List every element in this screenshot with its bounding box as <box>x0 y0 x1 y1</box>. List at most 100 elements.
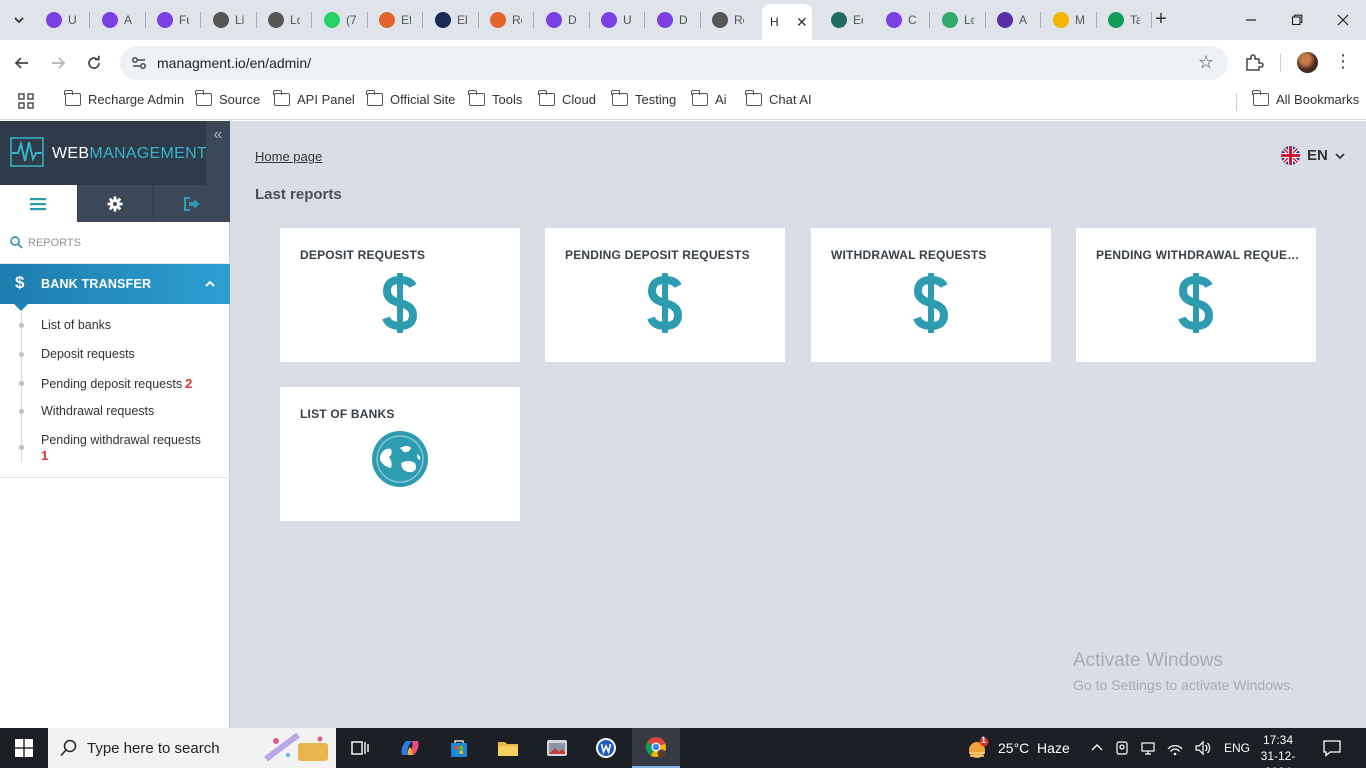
activate-windows-watermark: Activate Windows Go to Settings to activ… <box>1073 650 1294 693</box>
report-card[interactable]: DEPOSIT REQUESTS <box>280 228 520 362</box>
browser-tab[interactable]: U <box>593 6 637 34</box>
wifi-icon[interactable] <box>1166 740 1184 756</box>
report-card[interactable]: LIST OF BANKS <box>280 387 520 521</box>
bookmark-folder[interactable]: Official Site <box>366 90 456 107</box>
file-explorer-app[interactable] <box>484 728 532 768</box>
photos-app[interactable] <box>533 728 581 768</box>
notifications-button[interactable] <box>1322 728 1342 768</box>
browser-tab[interactable]: A <box>989 6 1033 34</box>
folder-icon <box>691 90 708 106</box>
url-text[interactable]: managment.io/en/admin/ <box>157 55 311 71</box>
chevron-up-icon[interactable] <box>1090 741 1104 755</box>
sidebar-menu-item-label: List of banks <box>41 318 112 332</box>
browser-tab[interactable]: D <box>649 6 693 34</box>
task-view-button[interactable] <box>336 728 384 768</box>
windows-logo-icon <box>15 739 33 757</box>
sidebar-menu-item[interactable]: List of banks <box>0 318 230 338</box>
extensions-icon[interactable] <box>1243 51 1265 73</box>
report-card[interactable]: PENDING WITHDRAWAL REQUESTS <box>1076 228 1316 362</box>
browser-tab[interactable]: Li <box>205 6 249 34</box>
minimize-button[interactable] <box>1236 6 1266 34</box>
folder-icon <box>745 90 762 106</box>
bookmark-folder[interactable]: Chat AI <box>745 90 812 107</box>
language-selector[interactable]: EN <box>1281 146 1345 165</box>
sidebar-menu-item[interactable]: Withdrawal requests <box>0 404 230 424</box>
profile-avatar[interactable] <box>1297 52 1318 73</box>
apps-grid-icon[interactable] <box>18 93 34 109</box>
browser-tab[interactable]: A <box>94 6 138 34</box>
tab-title: Lc <box>290 13 300 27</box>
sidebar-menu-item[interactable]: Pending deposit requests 2 <box>0 376 230 396</box>
reload-button[interactable] <box>81 50 107 76</box>
bookmark-folder[interactable]: Ai <box>691 90 727 107</box>
sidebar-menu-item[interactable]: Pending withdrawal requests 1 <box>0 433 230 465</box>
bullet-dot <box>19 352 24 357</box>
sidebar-header: WEBMANAGEMENT « <box>0 121 230 185</box>
forward-button[interactable] <box>45 50 71 76</box>
sidebar-menu-item[interactable]: Deposit requests <box>0 347 230 367</box>
browser-menu-icon[interactable]: ⋮ <box>1334 51 1352 71</box>
tab-separator <box>589 12 590 28</box>
microsoft-store-app[interactable] <box>435 728 483 768</box>
start-button[interactable] <box>0 728 48 768</box>
address-bar[interactable]: managment.io/en/admin/ ☆ <box>120 46 1228 80</box>
bookmark-folder[interactable]: API Panel <box>273 90 355 107</box>
meet-now-icon[interactable] <box>1114 740 1130 756</box>
bookmark-label: Ai <box>715 92 727 107</box>
browser-tab-active[interactable]: H ✕ <box>762 4 812 40</box>
bookmark-folder[interactable]: Tools <box>468 90 522 107</box>
tab-search-button[interactable] <box>8 9 30 31</box>
taskbar-search-box[interactable]: Type here to search <box>48 728 336 768</box>
restore-button[interactable] <box>1282 6 1312 34</box>
uk-flag-icon <box>1281 146 1300 165</box>
tab-logout[interactable] <box>153 185 230 222</box>
bookmark-star-icon[interactable]: ☆ <box>1198 52 1214 73</box>
site-info-icon[interactable] <box>130 54 148 72</box>
taskbar-search-placeholder: Type here to search <box>87 740 220 757</box>
tab-favicon-icon <box>46 12 62 28</box>
browser-tab[interactable]: Ef <box>371 6 415 34</box>
input-language[interactable]: ENG <box>1224 741 1250 755</box>
report-card[interactable]: WITHDRAWAL REQUESTS <box>811 228 1051 362</box>
bookmark-folder[interactable]: Cloud <box>538 90 596 107</box>
report-card[interactable]: PENDING DEPOSIT REQUESTS <box>545 228 785 362</box>
browser-tab[interactable]: Fu <box>149 6 193 34</box>
sidebar-menu-item-label: Deposit requests <box>41 347 135 361</box>
bookmark-folder[interactable]: Testing <box>611 90 676 107</box>
clock-time: 17:34 <box>1262 733 1294 747</box>
bookmark-folder[interactable]: Recharge Admin <box>64 90 184 107</box>
copilot-app[interactable] <box>386 728 434 768</box>
section-bank-transfer[interactable]: $ BANK TRANSFER <box>0 264 230 304</box>
browser-tab[interactable]: Ec <box>823 6 867 34</box>
breadcrumb-home-link[interactable]: Home page <box>255 149 322 164</box>
browser-tab[interactable]: Ta <box>1100 6 1144 34</box>
chrome-app[interactable] <box>632 728 680 768</box>
browser-tab[interactable]: C <box>878 6 922 34</box>
browser-tab[interactable]: Re <box>704 6 748 34</box>
all-bookmarks-folder[interactable]: All Bookmarks <box>1252 90 1359 107</box>
browser-tab[interactable]: (7 <box>316 6 360 34</box>
taskbar-clock[interactable]: 17:34 31-12-2024 <box>1248 732 1308 768</box>
close-window-button[interactable] <box>1328 6 1358 34</box>
tab-settings[interactable] <box>76 185 154 222</box>
browser-tab[interactable]: M <box>1045 6 1089 34</box>
collapse-sidebar-button[interactable]: « <box>206 121 230 185</box>
tab-favicon-icon <box>546 12 562 28</box>
word-app[interactable] <box>582 728 630 768</box>
volume-icon[interactable] <box>1194 740 1212 756</box>
ethernet-icon[interactable] <box>1140 740 1156 756</box>
browser-tab[interactable]: El <box>427 6 471 34</box>
browser-tab[interactable]: Re <box>482 6 526 34</box>
back-button[interactable] <box>9 50 35 76</box>
tab-favicon-icon <box>324 12 340 28</box>
tab-menu[interactable] <box>0 185 77 222</box>
browser-tab[interactable]: D <box>538 6 582 34</box>
weather-widget[interactable]: 1 25°C Haze <box>966 728 1070 768</box>
browser-tab[interactable]: U <box>38 6 82 34</box>
bookmark-folder[interactable]: Source <box>195 90 260 107</box>
sidebar-search-input[interactable] <box>28 234 218 252</box>
close-tab-icon[interactable]: ✕ <box>796 14 808 31</box>
browser-tab[interactable]: Lc <box>934 6 978 34</box>
new-tab-button[interactable]: + <box>1150 9 1172 31</box>
browser-tab[interactable]: Lc <box>260 6 304 34</box>
